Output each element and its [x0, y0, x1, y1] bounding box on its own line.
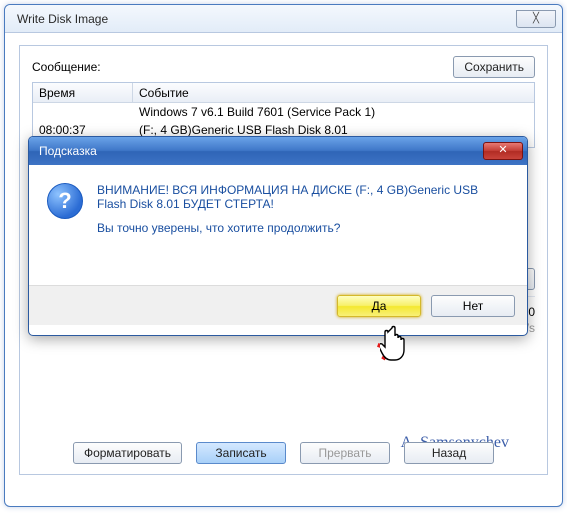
message-label: Сообщение: — [32, 60, 453, 74]
dialog-message: ВНИМАНИЕ! ВСЯ ИНФОРМАЦИЯ НА ДИСКЕ (F:, 4… — [97, 183, 509, 285]
dialog-titlebar[interactable]: Подсказка ✕ — [29, 137, 527, 165]
bottom-button-bar: Форматировать Записать Прервать Назад — [20, 442, 547, 464]
abort-button[interactable]: Прервать — [300, 442, 390, 464]
col-event-header: Событие — [133, 83, 534, 102]
dialog-button-bar: Да Нет — [29, 285, 527, 325]
no-button[interactable]: Нет — [431, 295, 515, 317]
question-icon: ? — [47, 183, 83, 219]
window-title: Write Disk Image — [17, 12, 108, 26]
dialog-close-button[interactable]: ✕ — [483, 142, 523, 160]
save-button[interactable]: Сохранить — [453, 56, 535, 78]
log-row: Windows 7 v6.1 Build 7601 (Service Pack … — [33, 103, 534, 121]
write-button[interactable]: Записать — [196, 442, 286, 464]
log-event: Windows 7 v6.1 Build 7601 (Service Pack … — [133, 103, 534, 121]
col-time-header: Время — [33, 83, 133, 102]
titlebar[interactable]: Write Disk Image ╳ — [5, 5, 562, 33]
confirm-dialog: Подсказка ✕ ? ВНИМАНИЕ! ВСЯ ИНФОРМАЦИЯ Н… — [28, 136, 528, 336]
window-close-button[interactable]: ╳ — [516, 10, 556, 28]
dialog-warning-text: ВНИМАНИЕ! ВСЯ ИНФОРМАЦИЯ НА ДИСКЕ (F:, 4… — [97, 183, 509, 211]
back-button[interactable]: Назад — [404, 442, 494, 464]
yes-button[interactable]: Да — [337, 295, 421, 317]
format-button[interactable]: Форматировать — [73, 442, 182, 464]
dialog-confirm-text: Вы точно уверены, что хотите продолжить? — [97, 221, 509, 235]
log-header: Время Событие — [33, 83, 534, 103]
dialog-title: Подсказка — [39, 144, 97, 158]
log-time — [33, 103, 133, 121]
